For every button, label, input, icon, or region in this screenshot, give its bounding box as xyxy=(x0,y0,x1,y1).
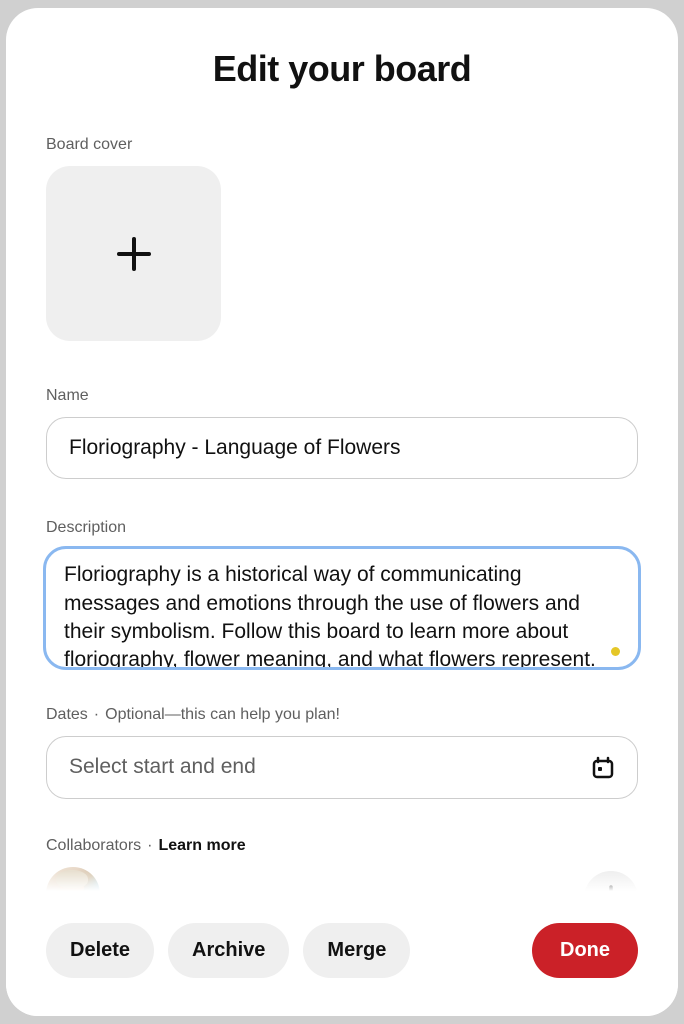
learn-more-link[interactable]: Learn more xyxy=(158,837,245,855)
plus-icon xyxy=(116,236,152,272)
dates-placeholder: Select start and end xyxy=(69,753,256,781)
separator-dot: · xyxy=(147,837,152,855)
add-board-cover-button[interactable] xyxy=(46,166,221,341)
archive-button[interactable]: Archive xyxy=(168,923,289,978)
modal-title: Edit your board xyxy=(46,48,638,90)
dates-select-button[interactable]: Select start and end xyxy=(46,736,638,798)
edit-board-modal: Edit your board Board cover Name Descrip… xyxy=(6,8,678,1016)
done-button[interactable]: Done xyxy=(532,923,638,978)
separator-dot: · xyxy=(94,706,99,724)
board-name-input[interactable] xyxy=(46,417,638,479)
board-cover-label: Board cover xyxy=(46,136,638,154)
name-label: Name xyxy=(46,387,638,405)
delete-button[interactable]: Delete xyxy=(46,923,154,978)
description-label: Description xyxy=(46,519,638,537)
dates-hint: Optional—this can help you plan! xyxy=(105,706,340,724)
dates-label: Dates xyxy=(46,706,88,724)
board-description-textarea[interactable] xyxy=(46,549,638,667)
merge-button[interactable]: Merge xyxy=(303,923,410,978)
calendar-icon xyxy=(591,756,615,780)
collaborators-label: Collaborators xyxy=(46,837,141,855)
